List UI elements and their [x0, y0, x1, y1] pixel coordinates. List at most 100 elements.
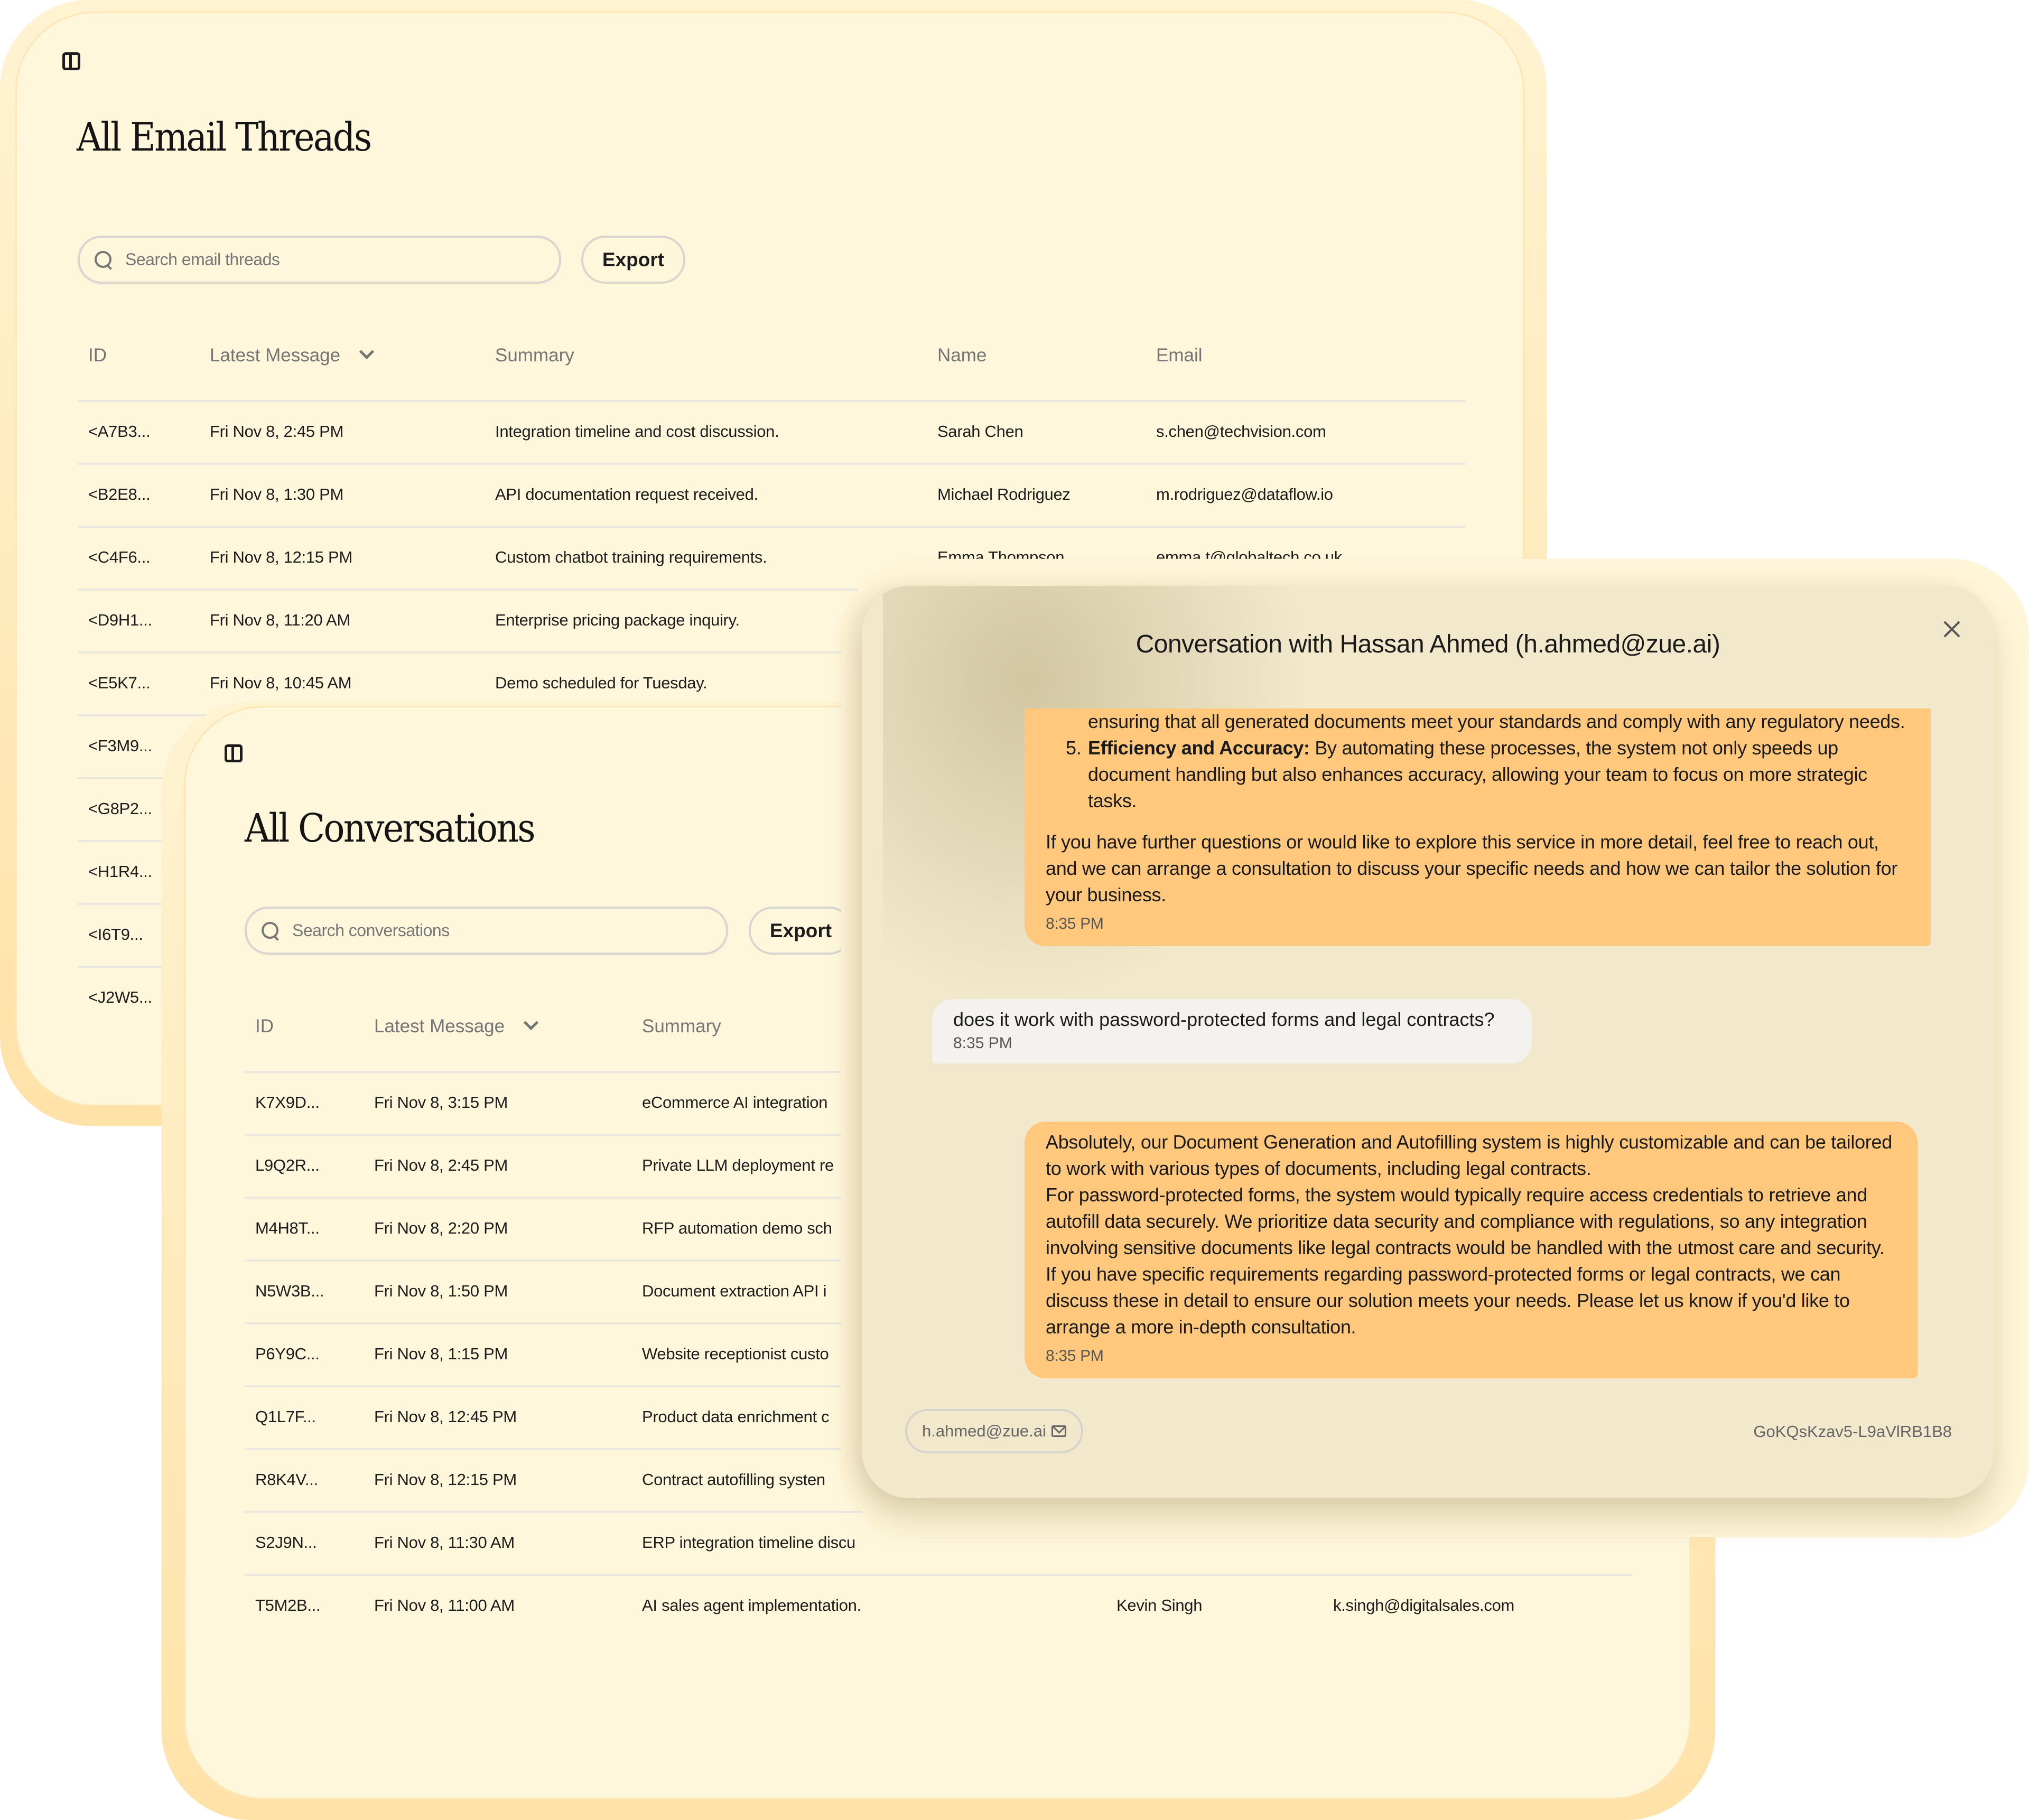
sidebar-toggle-icon[interactable]: [225, 744, 243, 762]
contact-email-chip[interactable]: h.ahmed@zue.ai: [905, 1409, 1083, 1453]
cell-id: S2J9N...: [255, 1533, 317, 1552]
cell-latest: Fri Nov 8, 2:20 PM: [374, 1219, 508, 1237]
cell-email: k.singh@digitalsales.com: [1333, 1596, 1515, 1614]
cell-id: Q1L7F...: [255, 1407, 316, 1426]
cell-id: <D9H1...: [88, 611, 152, 629]
user-message: does it work with password-protected for…: [932, 999, 1532, 1063]
page-title: All Conversations: [245, 806, 536, 851]
table-row[interactable]: T5M2B... Fri Nov 8, 11:00 AM AI sales agen…: [245, 1576, 1633, 1637]
modal-title: Conversation with Hassan Ahmed (h.ahmed@…: [1136, 630, 1720, 658]
cell-id: <J2W5...: [88, 988, 152, 1006]
cell-latest: Fri Nov 8, 11:30 AM: [374, 1533, 515, 1552]
message-line: For password-protected forms, the system…: [1046, 1184, 1885, 1258]
cell-summary: Website receptionist custo: [642, 1345, 829, 1363]
table-row[interactable]: <B2E8... Fri Nov 8, 1:30 PM API documentat…: [78, 465, 1466, 526]
cell-summary: ERP integration timeline discu: [642, 1533, 855, 1552]
cell-id: M4H8T...: [255, 1219, 320, 1237]
message-line: Absolutely, our Document Generation and …: [1046, 1131, 1892, 1179]
cell-summary: Private LLM deployment re: [642, 1156, 834, 1174]
cell-id: <C4F6...: [88, 548, 151, 566]
message-list[interactable]: ensuring that all generated documents me…: [862, 708, 1994, 1438]
search-email-threads-input[interactable]: Search email threads: [78, 236, 561, 284]
export-button[interactable]: Export: [749, 907, 853, 955]
cell-summary: Integration timeline and cost discussion…: [495, 422, 779, 441]
column-header-latest-message[interactable]: Latest Message: [210, 344, 375, 366]
column-header-name[interactable]: Name: [937, 345, 986, 366]
column-header-summary[interactable]: Summary: [495, 345, 574, 366]
cell-latest: Fri Nov 8, 11:00 AM: [374, 1596, 515, 1614]
sort-chevron-down-icon[interactable]: [523, 1015, 539, 1031]
close-icon[interactable]: [1942, 620, 1961, 639]
cell-id: <I6T9...: [88, 925, 143, 944]
cell-summary: Demo scheduled for Tuesday.: [495, 674, 708, 692]
search-placeholder: Search email threads: [125, 250, 280, 269]
cell-id: <F3M9...: [88, 736, 152, 755]
cell-id: <A7B3...: [88, 422, 151, 441]
list-item: 5. Efficiency and Accuracy: By automating…: [1046, 735, 1910, 814]
table-row[interactable]: <A7B3... Fri Nov 8, 2:45 PM Integration ti…: [78, 402, 1466, 463]
column-header-summary[interactable]: Summary: [642, 1016, 721, 1037]
message-line: If you have specific requirements regard…: [1046, 1263, 1850, 1338]
cell-summary: eCommerce AI integration: [642, 1093, 828, 1112]
list-item-heading: Efficiency and Accuracy:: [1088, 737, 1310, 759]
cell-id: <B2E8...: [88, 485, 151, 503]
cell-latest: Fri Nov 8, 12:15 PM: [374, 1470, 517, 1489]
cell-summary: API documentation request received.: [495, 485, 758, 503]
column-header-id[interactable]: ID: [255, 1016, 274, 1037]
cell-latest: Fri Nov 8, 1:15 PM: [374, 1345, 508, 1363]
cell-latest: Fri Nov 8, 1:30 PM: [210, 485, 344, 503]
conversation-modal: Conversation with Hassan Ahmed (h.ahmed@…: [862, 586, 1994, 1498]
search-icon: [95, 250, 113, 269]
search-placeholder: Search conversations: [292, 921, 450, 940]
cell-name: Michael Rodriguez: [937, 485, 1071, 503]
column-header-latest-message[interactable]: Latest Message: [374, 1015, 539, 1037]
cell-id: K7X9D...: [255, 1093, 320, 1112]
cell-email: m.rodriguez@dataflow.io: [1156, 485, 1333, 503]
cell-latest: Fri Nov 8, 12:15 PM: [210, 548, 352, 566]
list-number: 5.: [1066, 737, 1082, 759]
cell-latest: Fri Nov 8, 2:45 PM: [210, 422, 344, 441]
cell-summary: AI sales agent implementation.: [642, 1596, 861, 1614]
agent-message: Absolutely, our Document Generation and …: [1025, 1122, 1918, 1378]
column-header-email[interactable]: Email: [1156, 345, 1203, 366]
sidebar-toggle-icon[interactable]: [62, 52, 80, 70]
cell-latest: Fri Nov 8, 11:20 AM: [210, 611, 350, 629]
sort-chevron-down-icon[interactable]: [359, 344, 375, 360]
cell-id: R8K4V...: [255, 1470, 318, 1489]
message-timestamp: 8:35 PM: [1046, 915, 1104, 932]
cell-summary: Document extraction API i: [642, 1282, 827, 1300]
conversation-id: GoKQsKzav5-L9aVlRB1B8: [1753, 1422, 1952, 1441]
page-title: All Email Threads: [77, 115, 372, 160]
mail-icon: [1051, 1425, 1066, 1437]
cell-name: Kevin Singh: [1116, 1596, 1203, 1614]
cell-latest: Fri Nov 8, 10:45 AM: [210, 674, 352, 692]
column-header-label: Latest Message: [210, 345, 341, 366]
cell-latest: Fri Nov 8, 1:50 PM: [374, 1282, 508, 1300]
column-header-id[interactable]: ID: [88, 345, 107, 366]
cell-id: T5M2B...: [255, 1596, 321, 1614]
cell-name: Sarah Chen: [937, 422, 1023, 441]
message-timestamp: 8:35 PM: [953, 1034, 1012, 1052]
agent-message: ensuring that all generated documents me…: [1025, 708, 1931, 946]
cell-id: <E5K7...: [88, 674, 151, 692]
search-conversations-input[interactable]: Search conversations: [245, 907, 728, 955]
search-icon: [262, 921, 280, 940]
contact-email: h.ahmed@zue.ai: [922, 1422, 1046, 1440]
cell-summary: Contract autofilling systen: [642, 1470, 825, 1489]
cell-latest: Fri Nov 8, 12:45 PM: [374, 1407, 517, 1426]
cell-id: L9Q2R...: [255, 1156, 320, 1174]
cell-id: P6Y9C...: [255, 1345, 320, 1363]
cell-latest: Fri Nov 8, 3:15 PM: [374, 1093, 508, 1112]
cell-summary: Custom chatbot training requirements.: [495, 548, 767, 566]
cell-email: s.chen@techvision.com: [1156, 422, 1326, 441]
cell-summary: RFP automation demo sch: [642, 1219, 832, 1237]
message-text: does it work with password-protected for…: [953, 1009, 1495, 1030]
cell-latest: Fri Nov 8, 2:45 PM: [374, 1156, 508, 1174]
cell-id: <H1R4...: [88, 862, 152, 881]
message-paragraph: If you have further questions or would l…: [1046, 831, 1898, 906]
cell-id: <G8P2...: [88, 799, 152, 818]
message-text: ensuring that all generated documents me…: [1088, 711, 1905, 732]
cell-summary: Product data enrichment c: [642, 1407, 830, 1426]
export-button[interactable]: Export: [581, 236, 685, 284]
column-header-label: Latest Message: [374, 1016, 505, 1037]
